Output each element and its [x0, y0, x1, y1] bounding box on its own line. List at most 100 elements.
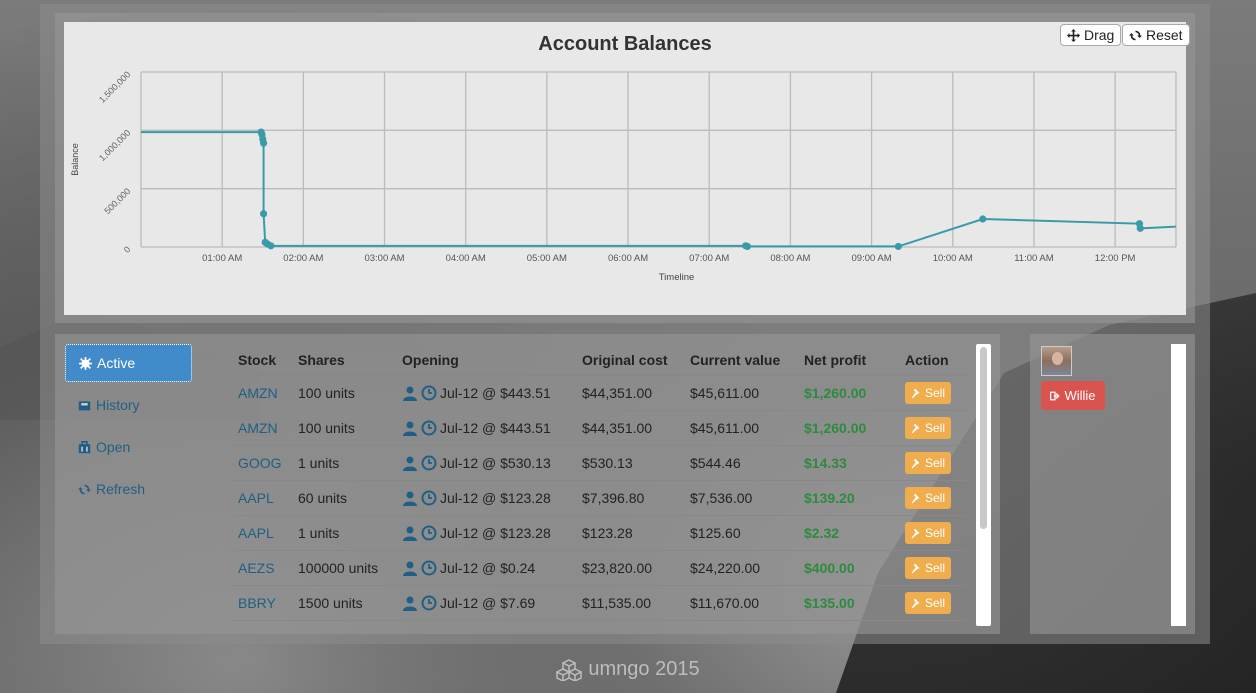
reset-label: Reset: [1146, 27, 1183, 43]
original-cost-cell: $123.28: [577, 515, 685, 551]
column-header-shares: Shares: [293, 345, 397, 376]
opening-cell: Jul-12 @ $7.69: [397, 585, 577, 621]
y-axis-label: Balance: [70, 143, 80, 176]
action-cell: Sell: [900, 515, 966, 551]
current-value-cell: $11,670.00: [685, 585, 799, 621]
original-cost-cell: $44,351.00: [577, 410, 685, 446]
column-header-original-cost: Original cost: [577, 345, 685, 376]
balance-chart: 0 500,000 1,000,000 1,500,000 01:00 AM 02:00 …: [70, 69, 1177, 283]
opening-cell: Jul-12 @ $443.51: [397, 410, 577, 446]
net-profit-cell: $2.32: [799, 515, 900, 551]
stock-link[interactable]: AEZS: [238, 560, 275, 576]
opening-text: Jul-12 @ $443.51: [440, 420, 551, 436]
sell-label: Sell: [925, 561, 946, 575]
sell-button[interactable]: Sell: [905, 557, 952, 579]
opening-text: Jul-12 @ $7.69: [440, 595, 536, 611]
gavel-icon: [911, 423, 920, 433]
chart-title: Account Balances: [538, 33, 712, 55]
data-point: [979, 215, 987, 223]
original-cost-cell: $23,820.00: [577, 550, 685, 586]
table-row: AAPL 1 units Jul-12 @ $123.28 $123.28 $1…: [233, 515, 966, 551]
stock-link[interactable]: AMZN: [238, 420, 278, 436]
x-tick-label: 03:00 AM: [364, 253, 404, 264]
y-tick-label: 1,000,000: [97, 128, 132, 163]
positions-table-container: Stock Shares Opening Original cost Curre…: [233, 345, 968, 626]
sell-button[interactable]: Sell: [905, 382, 952, 404]
sign-out-icon: [1050, 391, 1061, 400]
x-tick-label: 05:00 AM: [527, 253, 567, 264]
nav-item-refresh[interactable]: Refresh: [65, 470, 192, 508]
shares-cell: 100 units: [293, 410, 397, 446]
nav-item-active[interactable]: Active: [65, 344, 192, 382]
avatar[interactable]: [1041, 346, 1072, 376]
stock-link[interactable]: GOOG: [238, 455, 282, 471]
x-tick-label: 08:00 AM: [770, 253, 810, 264]
table-row: AEZS 100000 units Jul-12 @ $0.24 $23,820…: [233, 550, 966, 586]
sell-button[interactable]: Sell: [905, 417, 952, 439]
opening-text: Jul-12 @ $530.13: [440, 455, 551, 471]
gavel-icon: [911, 458, 920, 468]
table-row: AAPL 60 units Jul-12 @ $123.28 $7,396.80…: [233, 480, 966, 516]
table-scrollbar[interactable]: [976, 344, 991, 626]
net-profit-cell: $1,260.00: [799, 374, 900, 411]
sell-button[interactable]: Sell: [905, 522, 952, 544]
y-tick-label: 0: [122, 244, 133, 255]
opening-text: Jul-12 @ $443.51: [440, 385, 551, 401]
user-panel-scrollbar[interactable]: [1171, 344, 1186, 626]
reset-button[interactable]: Reset: [1122, 24, 1190, 46]
stock-link[interactable]: AAPL: [238, 525, 274, 541]
inbox-icon: [78, 400, 91, 410]
opening-cell: Jul-12 @ $123.28: [397, 515, 577, 551]
column-header-action: Action: [900, 345, 966, 376]
gavel-icon: [911, 598, 920, 608]
user-button[interactable]: Willie: [1041, 381, 1105, 410]
gavel-icon: [911, 388, 920, 398]
stock-link[interactable]: BBRY: [238, 595, 276, 611]
current-value-cell: $7,536.00: [685, 480, 799, 516]
refresh-icon: [78, 484, 91, 494]
x-tick-label: 09:00 AM: [852, 253, 892, 264]
net-profit-cell: $139.20: [799, 480, 900, 516]
table-scroll-thumb[interactable]: [980, 347, 987, 529]
column-header-stock: Stock: [233, 345, 293, 376]
sell-button[interactable]: Sell: [905, 487, 952, 509]
user-icon: [403, 491, 417, 506]
stock-link[interactable]: AMZN: [238, 385, 278, 401]
current-value-cell: $544.46: [685, 445, 799, 481]
clock-icon: [421, 385, 437, 401]
shares-cell: 100 units: [293, 374, 397, 411]
data-point: [259, 139, 268, 147]
table-row: BBRY 1500 units Jul-12 @ $7.69 $11,535.0…: [233, 585, 966, 621]
net-profit-cell: $135.00: [799, 585, 900, 621]
gavel-icon: [911, 493, 920, 503]
x-tick-label: 07:00 AM: [689, 253, 729, 264]
move-icon: [1067, 28, 1080, 42]
column-header-opening: Opening: [397, 345, 577, 376]
stock-link[interactable]: AAPL: [238, 490, 274, 506]
sell-button[interactable]: Sell: [905, 452, 952, 474]
data-point: [267, 242, 275, 250]
clock-icon: [421, 455, 437, 471]
user-icon: [403, 596, 417, 611]
action-cell: Sell: [900, 585, 966, 621]
drag-button[interactable]: Drag: [1060, 24, 1122, 46]
x-tick-label: 04:00 AM: [446, 253, 486, 264]
action-cell: Sell: [900, 445, 966, 481]
opening-cell: Jul-12 @ $123.28: [397, 480, 577, 516]
action-cell: Sell: [900, 480, 966, 516]
nav-item-label: Refresh: [96, 481, 146, 497]
x-axis-label: Timeline: [659, 272, 695, 283]
user-icon: [403, 456, 417, 471]
original-cost-cell: $530.13: [577, 445, 685, 481]
table-row: AMZN 100 units Jul-12 @ $443.51 $44,351.…: [233, 410, 966, 446]
x-tick-label: 02:00 AM: [283, 253, 323, 264]
table-header-row: Stock Shares Opening Original cost Curre…: [233, 345, 966, 376]
gavel-icon: [911, 528, 920, 538]
refresh-icon: [1129, 30, 1142, 40]
sell-button[interactable]: Sell: [905, 592, 952, 614]
nav-item-open[interactable]: Open: [65, 428, 192, 466]
nav-item-label: History: [96, 397, 140, 413]
nav-item-history[interactable]: History: [65, 386, 192, 424]
sell-label: Sell: [925, 491, 946, 505]
data-point: [1136, 224, 1144, 232]
